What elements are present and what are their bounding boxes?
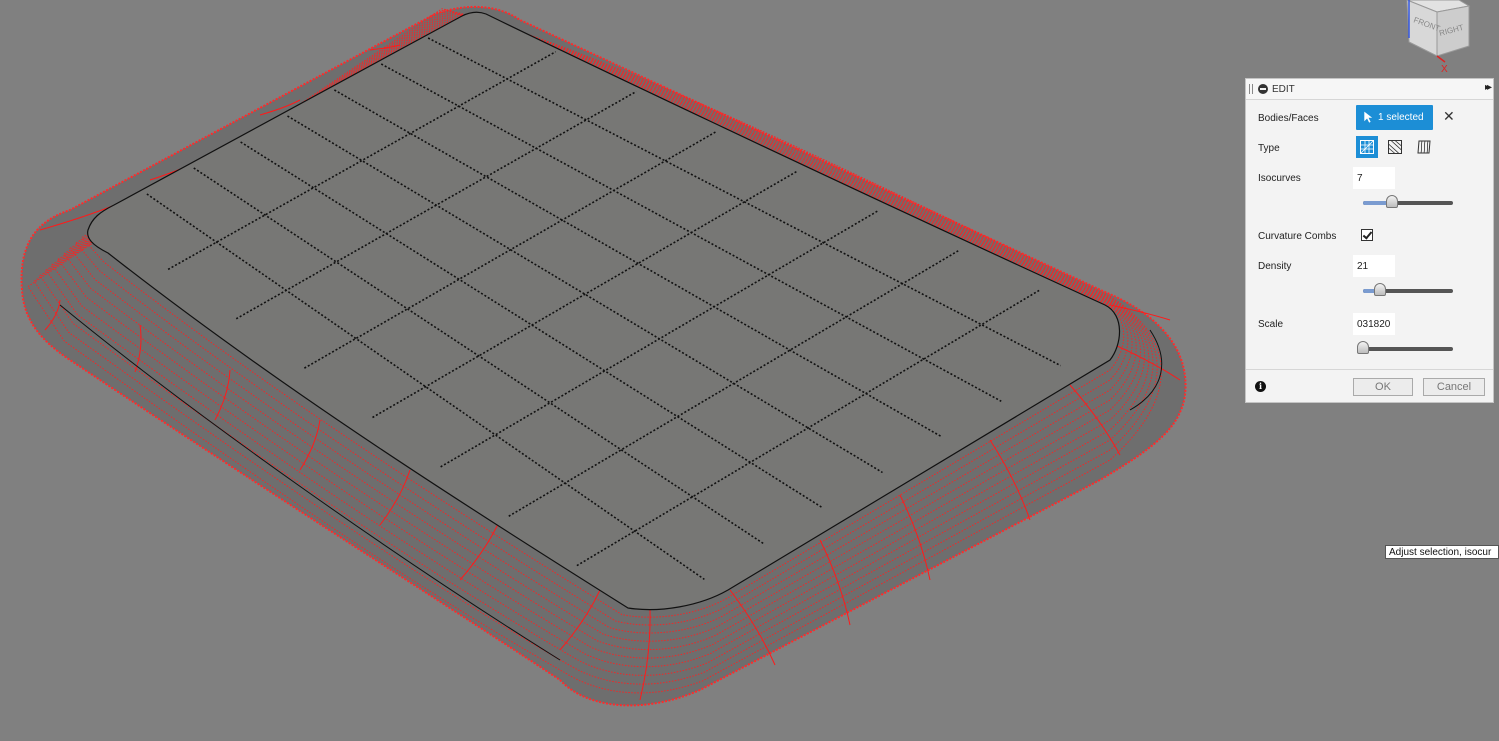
selection-count: 1 selected xyxy=(1378,112,1424,123)
curvature-combs-label: Curvature Combs xyxy=(1258,231,1337,242)
pointer-cursor-icon xyxy=(1363,110,1374,124)
type-hatch-button[interactable] xyxy=(1384,136,1406,158)
density-input[interactable] xyxy=(1353,255,1395,277)
surface-isocurve-icon xyxy=(1360,140,1374,154)
info-icon[interactable]: i xyxy=(1255,381,1266,392)
collapse-icon[interactable] xyxy=(1258,84,1268,94)
panel-footer: i OK Cancel xyxy=(1246,369,1493,404)
isocurves-input[interactable] xyxy=(1353,167,1395,189)
selection-button[interactable]: 1 selected xyxy=(1356,105,1433,130)
cancel-button[interactable]: Cancel xyxy=(1423,378,1485,396)
curvature-combs-checkbox[interactable] xyxy=(1361,229,1373,241)
panel-title: EDIT xyxy=(1272,84,1295,95)
slider-thumb[interactable] xyxy=(1385,195,1398,208)
type-label: Type xyxy=(1258,143,1280,154)
clear-selection-icon[interactable]: ✕ xyxy=(1443,109,1455,123)
pillow-body xyxy=(20,5,1187,707)
viewcube[interactable]: FRONT RIGHT X xyxy=(1399,0,1499,75)
panel-header: EDIT ▸▸ xyxy=(1246,79,1493,100)
density-label: Density xyxy=(1258,261,1292,272)
bodies-faces-label: Bodies/Faces xyxy=(1258,113,1319,124)
isocurves-label: Isocurves xyxy=(1258,173,1301,184)
expand-panel-icon[interactable]: ▸▸ xyxy=(1485,82,1492,93)
isocurves-slider[interactable] xyxy=(1363,195,1453,208)
type-isocurve-button[interactable] xyxy=(1356,136,1378,158)
slider-thumb[interactable] xyxy=(1357,341,1369,354)
tooltip: Adjust selection, isocur xyxy=(1385,545,1499,559)
ok-button[interactable]: OK xyxy=(1353,378,1413,396)
drag-grip-icon[interactable] xyxy=(1249,84,1253,94)
viewcube-x-axis xyxy=(1436,55,1446,63)
edit-panel: EDIT ▸▸ Bodies/Faces 1 selected ✕ Type I… xyxy=(1245,78,1494,403)
diagonal-hatch-icon xyxy=(1388,140,1402,154)
viewcube-x-label: X xyxy=(1441,64,1448,75)
slider-thumb[interactable] xyxy=(1374,283,1387,296)
type-curve-button[interactable] xyxy=(1413,136,1435,158)
checkmark-icon xyxy=(1362,229,1373,240)
scale-label: Scale xyxy=(1258,319,1284,330)
density-slider[interactable] xyxy=(1363,283,1453,296)
vertical-curve-icon xyxy=(1417,140,1431,154)
scale-input[interactable] xyxy=(1353,313,1395,335)
scale-slider[interactable] xyxy=(1357,341,1453,354)
